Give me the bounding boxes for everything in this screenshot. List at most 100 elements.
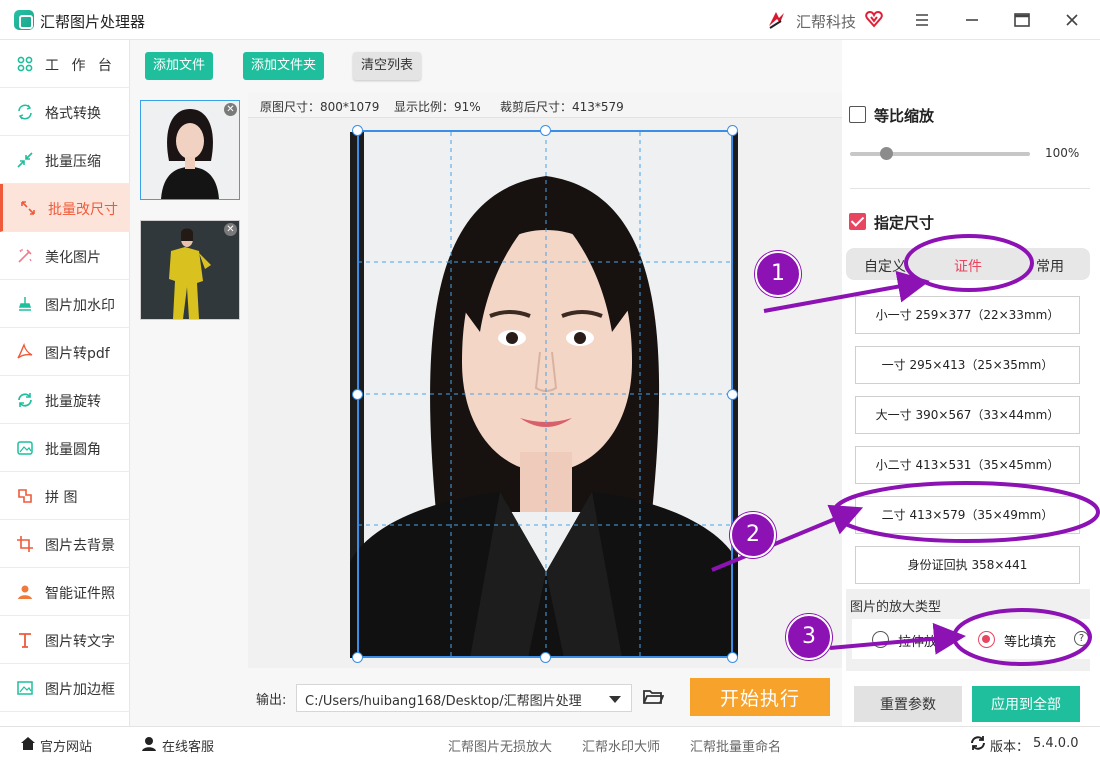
sidebar-item-rotate[interactable]: 批量旋转 [0,376,130,424]
output-row: 输出: C:/Users/huibang168/Desktop/汇帮图片处理 开… [248,668,842,726]
round-corner-icon [17,441,33,455]
sidebar-item-batch-compress[interactable]: 批量压缩 [0,136,130,184]
scale-slider-track[interactable] [850,152,1030,156]
crop-handle-bottom-right[interactable] [727,652,738,663]
version-label: 版本： [990,740,1030,755]
crop-handle-left[interactable] [352,389,363,400]
thumbnail-list: ✕ ✕ [130,92,248,726]
sidebar-item-label: 批量圆角 [45,442,101,458]
scale-slider-handle[interactable] [880,147,893,160]
sidebar-item-label: 图片转pdf [45,346,110,362]
crop-frame[interactable] [357,130,733,658]
proportional-scale-checkbox[interactable] [849,106,866,123]
remove-thumbnail-icon[interactable]: ✕ [224,223,237,236]
clear-list-button[interactable]: 清空列表 [353,52,422,80]
app-title: 汇帮图片处理器 [40,13,146,31]
chevron-down-icon[interactable] [609,696,621,703]
official-website-link[interactable]: 官方网站 [40,736,92,755]
tab-custom[interactable]: 自定义 [864,256,906,276]
person-icon [18,585,32,599]
online-service-link[interactable]: 在线客服 [162,736,214,755]
sidebar-item-remove-bg[interactable]: 图片去背景 [0,520,130,568]
sidebar-item-to-text[interactable]: 图片转文字 [0,616,130,664]
output-path-select[interactable]: C:/Users/huibang168/Desktop/汇帮图片处理 [296,684,632,712]
cropped-size: 裁剪后尺寸：413*579 [500,100,624,114]
crop-handle-top[interactable] [540,125,551,136]
brand-logo-icon [769,12,784,29]
add-file-button[interactable]: 添加文件 [145,52,214,80]
enlarge-type-options: 拉伸放 等比填充 ? [852,619,1090,659]
menu-icon[interactable] [910,8,934,32]
sidebar-item-add-frame[interactable]: 图片加边框 [0,664,130,712]
product-link[interactable]: 汇帮水印大师 [582,736,660,755]
crop-handle-top-left[interactable] [352,125,363,136]
sidebar-item-label: 图片加边框 [45,682,115,698]
sidebar-item-label: 批量改尺寸 [48,202,118,218]
thumbnail-portrait-icon [141,101,239,199]
sidebar-item-label: 批量旋转 [45,394,101,410]
reset-button[interactable]: 重置参数 [854,686,962,722]
crop-handle-bottom[interactable] [540,652,551,663]
size-option[interactable]: 一寸 295×413（25×35mm） [855,346,1080,384]
sidebar-item-workbench[interactable]: 工 作 台 [0,40,130,88]
fill-label: 等比填充 [1004,635,1057,650]
size-option[interactable]: 大一寸 390×567（33×44mm） [855,396,1080,434]
enlarge-type-group: 图片的放大类型 拉伸放 等比填充 ? [846,589,1090,671]
sidebar-item-label: 批量压缩 [45,154,101,170]
size-option[interactable]: 小二寸 413×531（35×45mm） [855,446,1080,484]
add-folder-button[interactable]: 添加文件夹 [243,52,325,80]
minimize-icon[interactable] [960,8,984,32]
sidebar-item-round-corner[interactable]: 批量圆角 [0,424,130,472]
convert-icon [18,104,32,120]
tab-common[interactable]: 常用 [1036,256,1064,276]
pdf-icon [17,343,33,359]
output-path-value: C:/Users/huibang168/Desktop/汇帮图片处理 [305,694,582,709]
thumbnail-yellow-suit-icon [141,221,239,319]
sidebar-item-beautify[interactable]: 美化图片 [0,232,130,280]
heart-icon[interactable] [864,9,884,29]
compress-icon [17,152,33,168]
sidebar-item-watermark[interactable]: 图片加水印 [0,280,130,328]
fill-radio[interactable] [978,631,995,648]
size-option-selected[interactable]: 二寸 413×579（35×49mm） [855,496,1080,534]
thumbnail-item[interactable]: ✕ [140,100,240,200]
sidebar-item-batch-resize[interactable]: 批量改尺寸 [0,184,130,232]
thumbnail-item[interactable]: ✕ [140,220,240,320]
close-icon[interactable] [1060,8,1084,32]
specify-size-checkbox[interactable] [849,213,866,230]
size-option[interactable]: 小一寸 259×377（22×33mm） [855,296,1080,334]
sidebar-item-to-pdf[interactable]: 图片转pdf [0,328,130,376]
file-toolbar: 添加文件 添加文件夹 清空列表 [130,40,842,92]
display-ratio: 显示比例：91% [394,100,481,114]
crop-handle-top-right[interactable] [727,125,738,136]
start-button[interactable]: 开始执行 [690,678,830,716]
apply-all-button[interactable]: 应用到全部 [972,686,1080,722]
sidebar-item-id-photo[interactable]: 智能证件照 [0,568,130,616]
maximize-icon[interactable] [1010,8,1034,32]
puzzle-icon [18,489,32,503]
status-bar: 官方网站 在线客服 汇帮图片无损放大 汇帮水印大师 汇帮批量重命名 版本： 5.… [0,726,1100,760]
product-link[interactable]: 汇帮图片无损放大 [448,736,552,755]
tab-id[interactable]: 证件 [954,256,982,276]
crop-handle-right[interactable] [727,389,738,400]
beautify-icon [18,249,32,263]
sidebar-item-format-convert[interactable]: 格式转换 [0,88,130,136]
size-category-tabs: 自定义 证件 常用 [846,248,1090,280]
app-logo-icon [14,10,34,30]
sidebar-item-label: 智能证件照 [45,586,115,602]
image-info-bar: 原图尺寸：800*1079 显示比例：91% 裁剪后尺寸：413*579 [248,92,842,118]
specify-size-label: 指定尺寸 [874,214,935,232]
folder-icon[interactable] [642,687,664,707]
product-link[interactable]: 汇帮批量重命名 [690,736,781,755]
sidebar-item-puzzle[interactable]: 拼 图 [0,472,130,520]
proportional-scale-label: 等比缩放 [874,107,935,125]
size-option[interactable]: 身份证回执 358×441 [855,546,1080,584]
sidebar-item-label: 工 作 台 [45,58,116,74]
home-icon [21,737,35,750]
crop-handle-bottom-left[interactable] [352,652,363,663]
remove-thumbnail-icon[interactable]: ✕ [224,103,237,116]
help-icon[interactable]: ? [1074,631,1089,646]
refresh-icon[interactable] [970,735,986,751]
stretch-radio[interactable] [872,631,889,648]
customer-service-icon [142,737,156,751]
